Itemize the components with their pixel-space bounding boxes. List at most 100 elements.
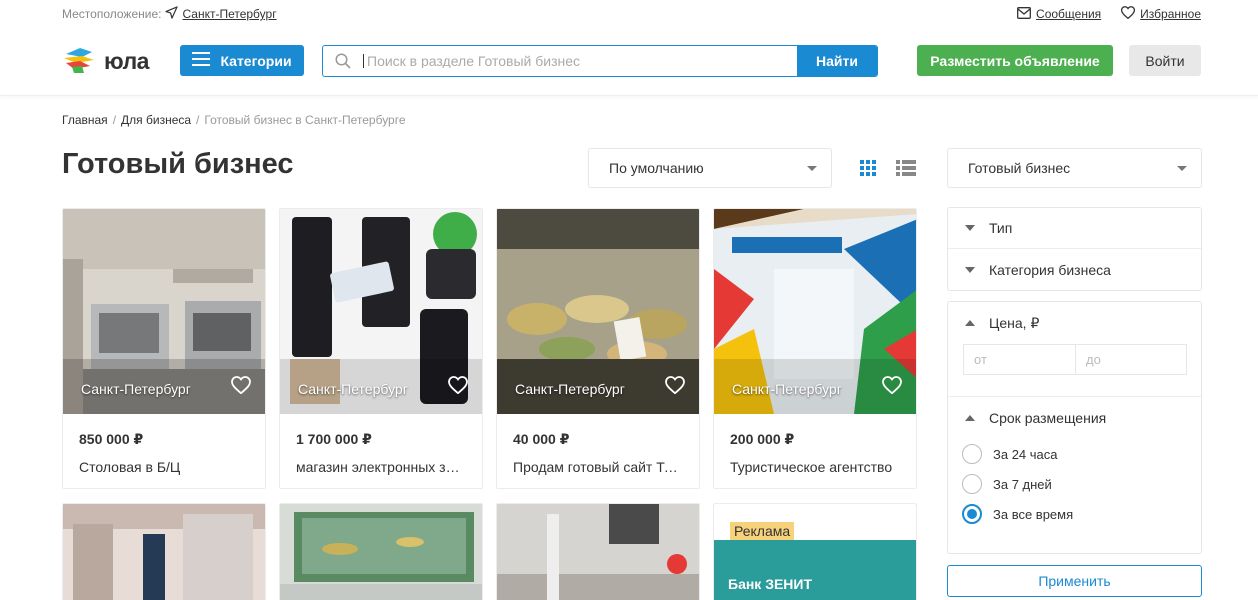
listing-city: Санкт-Петербург (298, 381, 408, 397)
heart-icon (1121, 6, 1136, 22)
chevron-down-icon (1177, 165, 1187, 171)
filter-group-expanded: Цена, ₽ Срок размещения За 24 часа За 7 … (947, 301, 1202, 554)
list-view-icon[interactable] (896, 160, 916, 181)
listing-photo: Санкт-Петербург (280, 209, 482, 414)
price-from-input[interactable] (964, 345, 1075, 374)
listing-card[interactable] (496, 503, 700, 600)
search-bar: Найти (322, 45, 878, 77)
search-input[interactable] (363, 54, 797, 68)
radio-button[interactable] (962, 474, 982, 494)
site-header: юла Категории Найти Разместить объявлени… (0, 26, 1258, 96)
triangle-up-icon (965, 320, 975, 326)
period-option-all[interactable]: За все время (948, 499, 1201, 529)
listing-card[interactable] (279, 503, 483, 600)
ad-image: Реклама Банк ЗЕНИТ (714, 504, 916, 600)
listing-card[interactable]: Санкт-Петербург 850 000 ₽ Столовая в Б/Ц (62, 208, 266, 489)
listing-city: Санкт-Петербург (515, 381, 625, 397)
filter-period-label: Срок размещения (989, 410, 1107, 426)
breadcrumb-current: Готовый бизнес в Санкт-Петербурге (204, 113, 406, 127)
location: Местоположение: Санкт-Петербург (62, 6, 277, 22)
listing-title[interactable]: магазин электронных замков (280, 448, 482, 488)
envelope-icon (1017, 6, 1031, 22)
find-button[interactable]: Найти (797, 46, 877, 76)
favorite-heart-icon[interactable] (882, 376, 902, 399)
favorite-heart-icon[interactable] (231, 376, 251, 399)
period-option-label: За все время (993, 506, 1074, 522)
period-option-7d[interactable]: За 7 дней (948, 469, 1201, 499)
menu-icon (192, 52, 211, 69)
categories-label: Категории (220, 52, 292, 69)
listing-photo: Санкт-Петербург (63, 209, 265, 414)
post-ad-button[interactable]: Разместить объявление (917, 45, 1113, 76)
price-to-input[interactable] (1075, 345, 1186, 374)
categories-button[interactable]: Категории (180, 45, 304, 76)
breadcrumb: Главная / Для бизнеса / Готовый бизнес в… (62, 113, 406, 127)
location-city-link[interactable]: Санкт-Петербург (182, 7, 276, 21)
listing-photo (497, 504, 699, 600)
listing-card[interactable]: Санкт-Петербург 200 000 ₽ Туристическое … (713, 208, 917, 489)
favorite-heart-icon[interactable] (665, 376, 685, 399)
listing-card[interactable]: Санкт-Петербург 1 700 000 ₽ магазин элек… (279, 208, 483, 489)
top-bar: Местоположение: Санкт-Петербург Сообщени… (0, 0, 1258, 26)
messages-label: Сообщения (1036, 7, 1102, 21)
breadcrumb-separator: / (196, 113, 200, 127)
triangle-down-icon (965, 225, 975, 231)
listing-title[interactable]: Туристическое агентство (714, 448, 916, 488)
location-arrow-icon (165, 6, 179, 22)
category-select[interactable]: Готовый бизнес (947, 148, 1202, 188)
logo[interactable]: юла (62, 44, 149, 79)
period-option-label: За 7 дней (993, 476, 1052, 492)
period-option-label: За 24 часа (993, 446, 1058, 462)
listing-price: 200 000 ₽ (730, 431, 795, 447)
filter-price-header[interactable]: Цена, ₽ (948, 302, 1201, 344)
triangle-down-icon (965, 266, 975, 273)
favorite-heart-icon[interactable] (448, 376, 468, 399)
logo-text: юла (104, 48, 149, 74)
grid-view-icon[interactable] (860, 160, 876, 181)
ad-badge: Реклама (730, 522, 795, 540)
breadcrumb-separator: / (112, 113, 117, 127)
filter-price-label: Цена, ₽ (989, 314, 1040, 331)
sort-value: По умолчанию (609, 160, 704, 176)
favorites-link[interactable]: Избранное (1121, 6, 1201, 22)
listing-city: Санкт-Петербург (732, 381, 842, 397)
ad-banner[interactable]: Реклама Банк ЗЕНИТ (713, 503, 917, 600)
filter-type-label: Тип (989, 220, 1013, 236)
radio-button-selected[interactable] (962, 504, 982, 524)
listing-card[interactable]: Санкт-Петербург 40 000 ₽ Продам готовый … (496, 208, 700, 489)
radio-button[interactable] (962, 444, 982, 464)
listing-city: Санкт-Петербург (81, 381, 191, 397)
filter-business-category[interactable]: Категория бизнеса (948, 249, 1201, 290)
chevron-down-icon (807, 165, 817, 171)
ad-text: Банк ЗЕНИТ (728, 576, 813, 592)
listing-photo: Санкт-Петербург (497, 209, 699, 414)
listing-photo (280, 504, 482, 600)
favorites-label: Избранное (1140, 7, 1201, 21)
filter-period-header[interactable]: Срок размещения (948, 397, 1201, 439)
listing-title[interactable]: Столовая в Б/Ц (63, 448, 265, 488)
listing-price: 1 700 000 ₽ (296, 431, 372, 447)
logo-icon (62, 44, 96, 79)
filter-group: Тип Категория бизнеса (947, 207, 1202, 291)
apply-filters-button[interactable]: Применить (947, 565, 1202, 597)
filter-type[interactable]: Тип (948, 208, 1201, 249)
period-option-24h[interactable]: За 24 часа (948, 439, 1201, 469)
breadcrumb-home[interactable]: Главная (62, 113, 108, 127)
messages-link[interactable]: Сообщения (1017, 6, 1101, 22)
listing-title[interactable]: Продам готовый сайт Тортики (497, 448, 699, 488)
listing-price: 850 000 ₽ (79, 431, 144, 447)
login-button[interactable]: Войти (1129, 45, 1201, 76)
search-icon (323, 46, 363, 76)
listing-photo (63, 504, 265, 600)
listing-price: 40 000 ₽ (513, 431, 570, 447)
listing-card[interactable] (62, 503, 266, 600)
category-select-value: Готовый бизнес (968, 160, 1071, 176)
breadcrumb-business[interactable]: Для бизнеса (121, 113, 191, 127)
listing-photo: Санкт-Петербург (714, 209, 916, 414)
location-label: Местоположение: (62, 7, 162, 21)
filter-business-category-label: Категория бизнеса (989, 261, 1111, 278)
page-title: Готовый бизнес (62, 148, 294, 180)
price-range (963, 344, 1187, 375)
triangle-up-icon (965, 415, 975, 421)
sort-select[interactable]: По умолчанию (588, 148, 832, 188)
